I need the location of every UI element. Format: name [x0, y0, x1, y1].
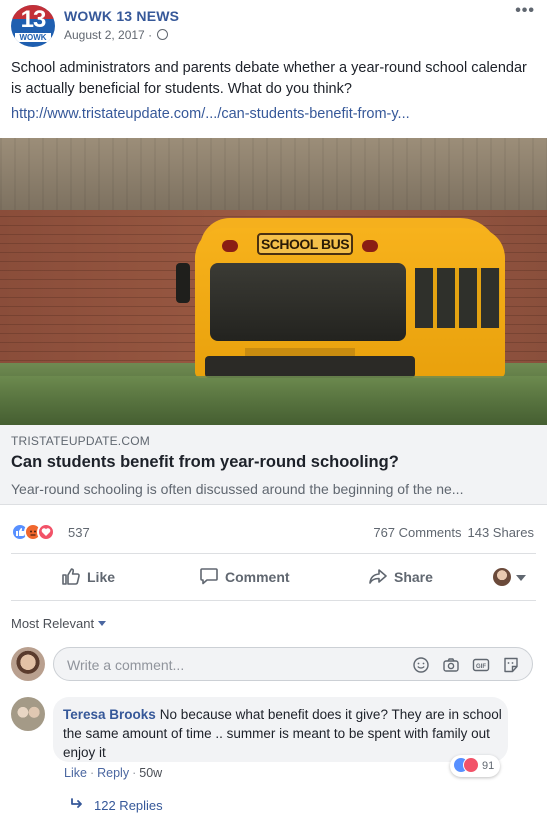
bus-light-left	[222, 240, 238, 252]
love-icon	[463, 757, 479, 773]
svg-text:GIF: GIF	[476, 664, 486, 670]
comment-like-link[interactable]: Like	[64, 766, 87, 780]
comment-bubble-icon	[200, 568, 218, 585]
like-button[interactable]: Like	[61, 554, 115, 600]
replies-count: 122 Replies	[94, 798, 163, 813]
chevron-down-icon[interactable]	[516, 575, 526, 581]
sort-label: Most Relevant	[11, 616, 95, 631]
link-domain: TRISTATEUPDATE.COM	[11, 434, 150, 448]
bus-bumper	[205, 356, 415, 378]
link-title[interactable]: Can students benefit from year-round sch…	[11, 453, 399, 472]
date-separator: ·	[144, 28, 156, 42]
like-label: Like	[87, 569, 116, 585]
share-arrow-icon	[369, 569, 387, 584]
reaction-icons[interactable]	[11, 523, 63, 541]
logo-wordmark: WOWK	[15, 33, 51, 42]
meta-separator: ·	[132, 766, 137, 780]
meta-separator: ·	[89, 766, 95, 780]
comment-input-placeholder: Write a comment...	[67, 657, 185, 673]
bus-light-right	[362, 240, 378, 252]
page-logo[interactable]: 13 WOWK	[11, 5, 55, 47]
comment-reaction-count: 91	[482, 760, 495, 772]
current-user-avatar[interactable]	[11, 647, 45, 681]
link-description: Year-round schooling is often discussed …	[11, 481, 464, 497]
post-date-text: August 2, 2017	[64, 28, 145, 42]
post-url-link[interactable]: http://www.tristateupdate.com/.../can-st…	[11, 106, 410, 122]
comment-meta: Like · Reply · 50w	[64, 766, 162, 780]
shares-count-link[interactable]: 143 Shares	[468, 525, 535, 540]
bus-side-windows	[415, 268, 500, 328]
logo-number: 13	[20, 6, 47, 33]
post-stats: 767 Comments 143 Shares	[367, 525, 534, 540]
bus-sign: SCHOOL BUS	[257, 233, 353, 255]
comments-count-link[interactable]: 767 Comments	[373, 525, 461, 540]
reply-arrow-icon	[71, 798, 82, 808]
sort-caret-icon	[98, 621, 107, 626]
comment-button[interactable]: Comment	[199, 554, 290, 600]
comment-reply-link[interactable]: Reply	[97, 766, 129, 780]
wall-texture	[0, 138, 547, 210]
share-as-avatar[interactable]	[493, 568, 511, 586]
post-header: 13 WOWK WOWK 13 NEWS August 2, 2017 · ••…	[0, 0, 547, 50]
more-options-icon[interactable]: •••	[515, 2, 535, 20]
reactions-summary: 537 767 Comments 143 Shares	[0, 515, 547, 549]
thumbs-up-icon	[62, 568, 80, 585]
comment-input[interactable]: Write a comment... GIF	[53, 647, 533, 681]
camera-icon[interactable]	[442, 656, 460, 674]
post-timestamp[interactable]: August 2, 2017 ·	[64, 28, 169, 42]
link-preview-card[interactable]: TRISTATEUPDATE.COM Can students benefit …	[0, 425, 547, 505]
love-icon	[37, 523, 55, 541]
comment-sort-dropdown[interactable]: Most Relevant	[11, 616, 107, 631]
bus-mirror	[176, 263, 190, 303]
page-name-link[interactable]: WOWK 13 NEWS	[64, 8, 179, 24]
commenter-avatar[interactable]	[11, 697, 45, 731]
grass-foreground	[0, 376, 547, 425]
comment-label: Comment	[225, 569, 290, 585]
globe-icon	[157, 29, 169, 40]
view-replies-link[interactable]: 122 Replies	[70, 798, 163, 813]
share-button[interactable]: Share	[368, 554, 433, 600]
post-action-bar: Like Comment Share	[11, 553, 536, 601]
comment-author-link[interactable]: Teresa Brooks	[63, 707, 156, 722]
comment-age[interactable]: 50w	[139, 766, 162, 780]
post-message: School administrators and parents debate…	[11, 60, 527, 97]
share-label: Share	[394, 569, 433, 585]
sticker-icon[interactable]	[502, 656, 520, 674]
comment-body: Teresa Brooks No because what benefit doe…	[63, 705, 503, 762]
emoji-icon[interactable]	[412, 656, 430, 674]
comment-bubble: Teresa Brooks No because what benefit doe…	[53, 697, 508, 762]
link-preview-image[interactable]: SCHOOL BUS	[0, 138, 547, 425]
reaction-count[interactable]: 537	[68, 525, 90, 540]
comment-reactions[interactable]: 91	[450, 755, 501, 777]
gif-icon[interactable]: GIF	[472, 656, 490, 674]
bus-windshield	[210, 263, 406, 341]
